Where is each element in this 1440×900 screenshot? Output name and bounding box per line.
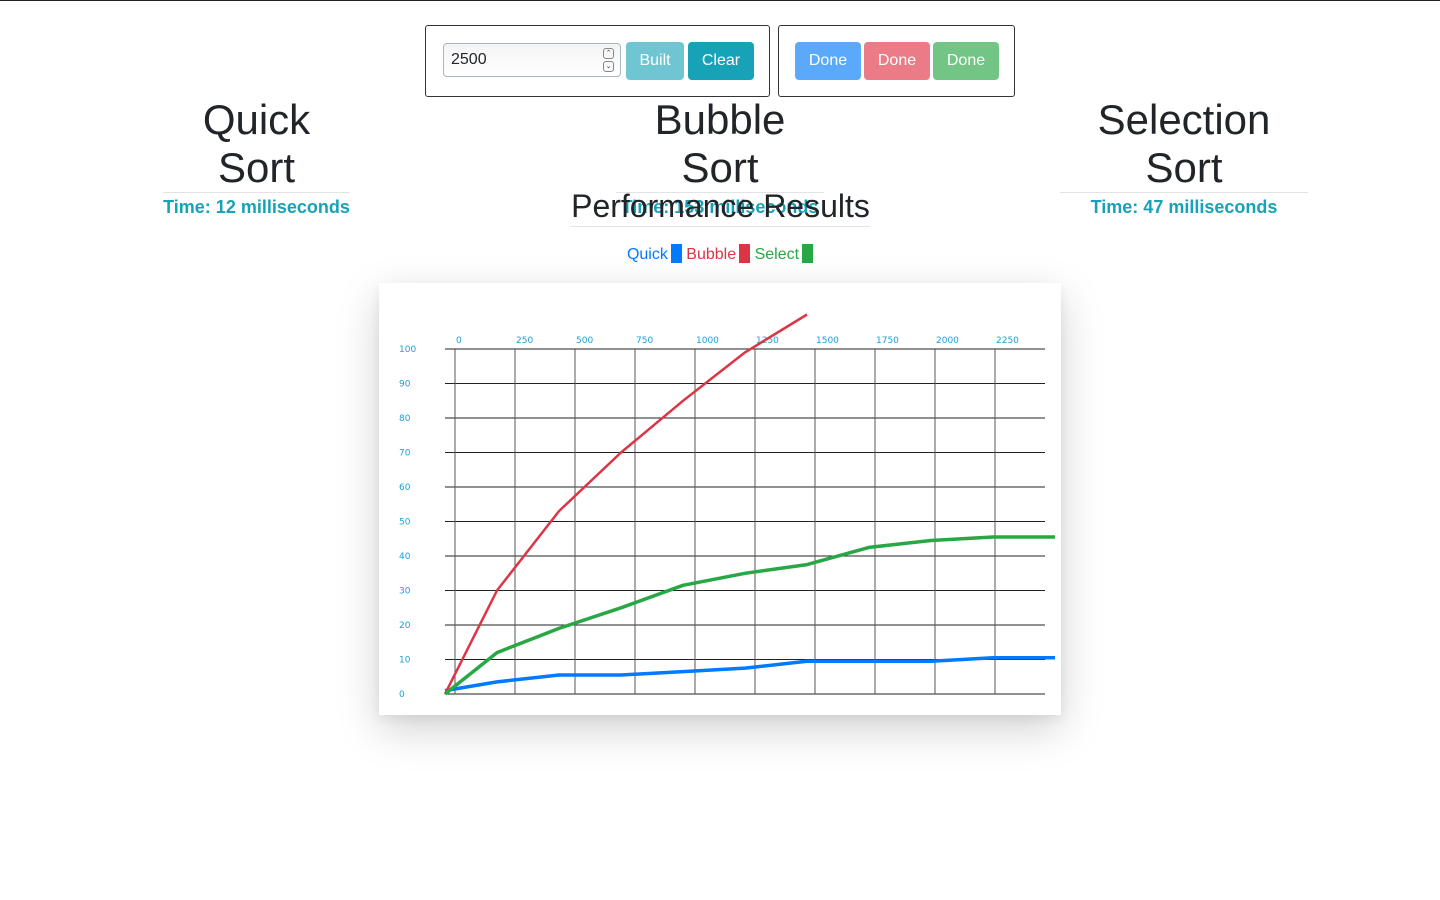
quick-sort-section: Quick Sort Time: 12 milliseconds [163, 96, 350, 218]
quick-sort-title: Quick Sort [163, 96, 350, 193]
x-tick-label: 2000 [936, 336, 959, 346]
bubble-sort-title: Bubble Sort [616, 96, 824, 193]
legend-label-bubble: Bubble [686, 246, 737, 263]
increment-icon[interactable]: ⌃ [603, 48, 614, 59]
legend-item-select: Select [754, 244, 814, 264]
legend-item-quick: Quick [627, 244, 682, 264]
x-tick-label: 2250 [996, 336, 1019, 346]
selection-done-button[interactable]: Done [933, 42, 999, 80]
x-tick-label: 500 [576, 336, 593, 346]
y-tick-label: 40 [399, 552, 411, 562]
selection-sort-title: Selection Sort [1060, 96, 1308, 193]
y-tick-label: 50 [399, 518, 411, 528]
selection-sort-section: Selection Sort Time: 47 milliseconds [1060, 96, 1308, 218]
legend-label-quick: Quick [626, 246, 668, 263]
x-tick-label: 1750 [876, 336, 899, 346]
legend-swatch-select [802, 244, 814, 263]
y-tick-label: 90 [399, 380, 411, 390]
x-tick-label: 1000 [696, 336, 719, 346]
selection-sort-time: Time: 47 milliseconds [1090, 197, 1278, 217]
y-tick-label: 10 [399, 656, 411, 666]
status-panel: Done Done Done [778, 25, 1015, 97]
bubble-done-button[interactable]: Done [864, 42, 930, 80]
legend-item-bubble: Bubble [686, 244, 751, 264]
series-line-bubble [443, 313, 808, 695]
legend-label-select: Select [754, 246, 800, 263]
x-tick-label: 1500 [816, 336, 839, 346]
y-tick-label: 80 [399, 414, 411, 424]
y-tick-label: 60 [399, 483, 411, 493]
build-controls-panel: 2500 ⌃ ⌄ Built Clear [425, 25, 770, 97]
x-tick-label: 250 [516, 336, 533, 346]
y-tick-label: 20 [399, 621, 411, 631]
array-size-input[interactable]: 2500 ⌃ ⌄ [443, 43, 621, 77]
legend-swatch-quick [670, 244, 682, 263]
legend-swatch-bubble [739, 244, 751, 263]
performance-results-heading: Performance Results [570, 186, 871, 227]
array-size-value[interactable]: 2500 [451, 51, 487, 69]
y-tick-label: 0 [399, 690, 405, 700]
built-button[interactable]: Built [626, 42, 684, 80]
x-tick-label: 750 [636, 336, 653, 346]
series-line-select [443, 535, 1055, 696]
clear-button[interactable]: Clear [688, 42, 754, 80]
chart-legend: Quick Bubble Select [0, 244, 1440, 264]
y-tick-label: 100 [399, 345, 416, 355]
performance-chart: 01020304050607080901000 250 500 750 1000 1250… [399, 313, 1055, 700]
chart-card: 0 10 20 30 40 50 60 70 80 90 100 0 250 500 750 1000 1250… [379, 283, 1061, 715]
y-tick-label: 30 [399, 587, 411, 597]
series-line-quick [444, 656, 1055, 693]
x-tick-label: 0 [456, 336, 462, 346]
top-border [0, 0, 1440, 1]
performance-results-title: Performance Results [571, 186, 870, 227]
quick-sort-time: Time: 12 milliseconds [163, 197, 350, 217]
quick-done-button[interactable]: Done [795, 42, 861, 80]
decrement-icon[interactable]: ⌄ [603, 61, 614, 72]
y-tick-label: 70 [399, 449, 411, 459]
